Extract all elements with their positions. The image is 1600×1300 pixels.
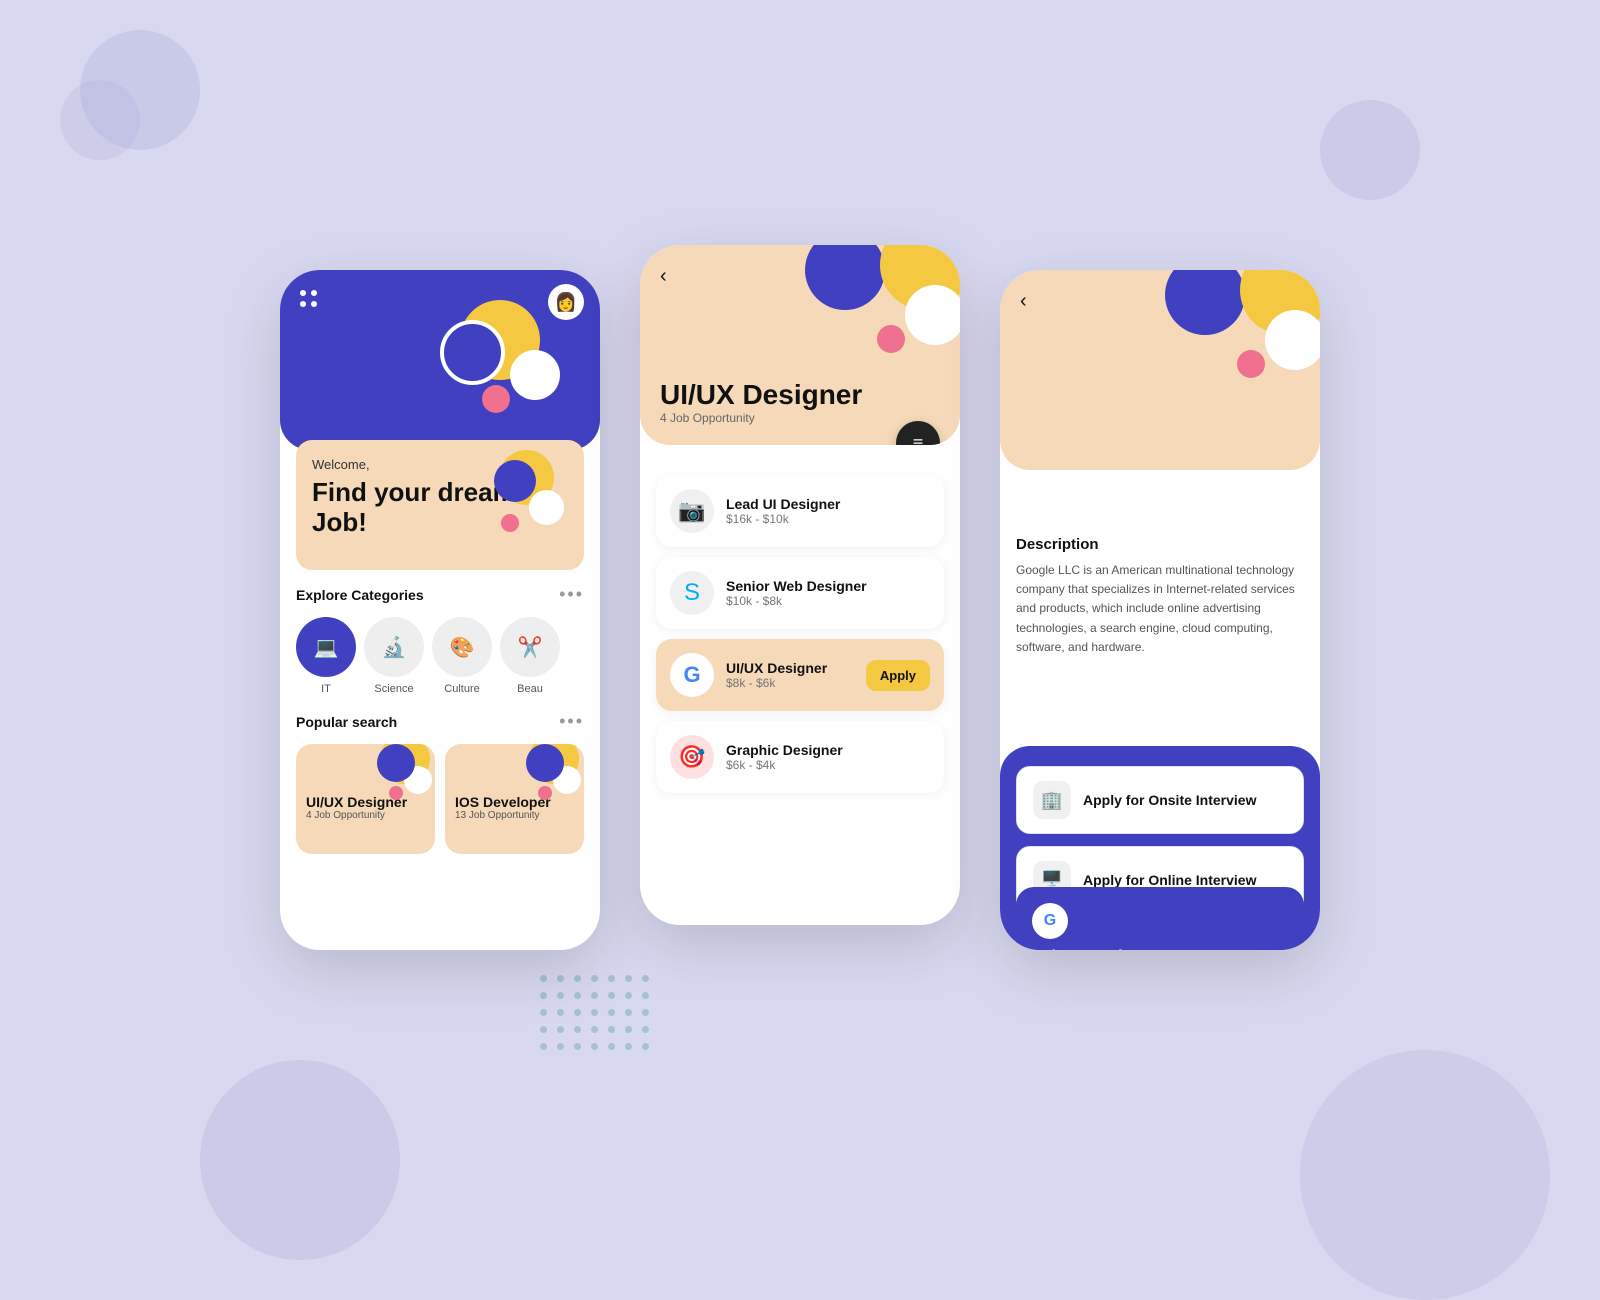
categories-section-title: Explore Categories [296,587,424,603]
back-button-3[interactable]: ‹ [1020,290,1027,313]
job-icon-graphic: 🎯 [670,735,714,779]
categories-more[interactable]: ••• [559,584,584,605]
job-salary-uiux: $8k - $6k [726,676,827,690]
popular-card-uiux-title: UI/UX Designer [306,794,425,810]
menu-dots[interactable] [300,290,317,307]
job-card-senior-web[interactable]: S Senior Web Designer $10k - $8k [656,557,944,629]
job-count: 4 Job Opportunity [660,411,862,425]
category-science[interactable]: 🔬 Science [364,617,424,695]
welcome-text: Welcome, [312,457,370,472]
description-text: Google LLC is an American multinational … [1016,561,1304,657]
back-button[interactable]: ‹ [660,265,667,288]
popular-card-uiux[interactable]: UI/UX Designer 4 Job Opportunity [296,744,435,854]
job-salary-graphic: $6k - $4k [726,758,843,772]
category-culture[interactable]: 🎨 Culture [432,617,492,695]
job-title-senior-web: Senior Web Designer [726,578,867,594]
job-icon-google: G [670,653,714,697]
description-title: Description [1016,536,1304,553]
category-beauty-label: Beau [517,683,543,695]
job-detail-card: G UI/UX Designer $8k - $6k 👩‍🦰 👨 👩‍🦱 ••• [1016,887,1304,950]
apply-button[interactable]: Apply [866,660,930,691]
category-culture-label: Culture [444,683,479,695]
popular-more[interactable]: ••• [559,711,584,732]
job-salary-lead-ui: $16k - $10k [726,512,840,526]
category-it-label: IT [321,683,331,695]
job-card-graphic[interactable]: 🎯 Graphic Designer $6k - $4k [656,721,944,793]
job-card-uiux[interactable]: G UI/UX Designer $8k - $6k Apply [656,639,944,711]
category-beauty-icon: ✂️ [500,617,560,677]
onsite-interview-button[interactable]: 🏢 Apply for Onsite Interview [1016,766,1304,834]
job-salary-senior-web: $10k - $8k [726,594,867,608]
category-it[interactable]: 💻 IT [296,617,356,695]
popular-card-ios-sub: 13 Job Opportunity [455,810,574,821]
job-detail-body: Description Google LLC is an American mu… [1000,470,1320,693]
job-title-lead-ui: Lead UI Designer [726,496,840,512]
google-logo: G [1032,903,1068,939]
popular-card-uiux-sub: 4 Job Opportunity [306,810,425,821]
welcome-banner: Welcome, Find your dream Job! [296,440,584,570]
job-card-lead-ui[interactable]: 📷 Lead UI Designer $16k - $10k [656,475,944,547]
category-beauty[interactable]: ✂️ Beau [500,617,560,695]
category-it-icon: 💻 [296,617,356,677]
category-science-label: Science [374,683,413,695]
online-label: Apply for Online Interview [1083,872,1256,888]
phone-3: ‹ G UI/UX Designer $8k - $6k 👩‍🦰 👨 👩‍🦱 •… [1000,270,1320,950]
detail-job-title: UI/UX Designer [1032,947,1288,950]
popular-card-ios[interactable]: IOS Developer 13 Job Opportunity [445,744,584,854]
category-culture-icon: 🎨 [432,617,492,677]
job-icon-instagram: 📷 [670,489,714,533]
company-logo-text: G [1044,912,1056,930]
categories-row: 💻 IT 🔬 Science 🎨 Culture ✂️ Beau [296,617,584,695]
onsite-icon: 🏢 [1033,781,1071,819]
phone-2: ‹ UI/UX Designer 4 Job Opportunity ≡ 📷 L… [640,245,960,925]
popular-card-ios-title: IOS Developer [455,794,574,810]
filter-icon: ≡ [913,433,924,446]
job-title-graphic: Graphic Designer [726,742,843,758]
job-icon-skype: S [670,571,714,615]
onsite-label: Apply for Onsite Interview [1083,792,1256,808]
filter-button[interactable]: ≡ [896,421,940,445]
job-category-title: UI/UX Designer [660,379,862,411]
job-title-uiux: UI/UX Designer [726,660,827,676]
category-science-icon: 🔬 [364,617,424,677]
popular-section-title: Popular search [296,714,397,730]
phone-1: 👩 Welcome, Find your dream Job! Explore … [280,270,600,950]
popular-row: UI/UX Designer 4 Job Opportunity IOS Dev… [296,744,584,854]
avatar[interactable]: 👩 [548,284,584,320]
